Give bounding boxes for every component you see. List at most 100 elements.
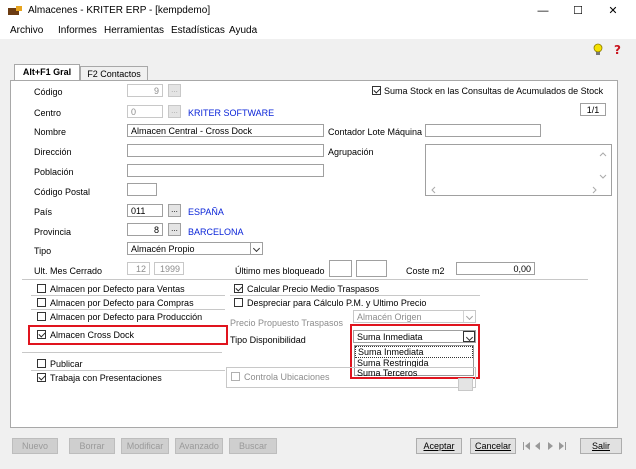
minimize-button[interactable]: — [528,3,558,19]
default-ventas-checkbox[interactable] [37,284,46,293]
poblacion-label: Población [34,167,74,177]
tipo-disponibilidad-label: Tipo Disponibilidad [230,335,306,345]
centro-lookup-button[interactable]: ... [168,105,181,118]
menu-archivo[interactable]: Archivo [10,25,43,36]
provincia-name: BARCELONA [188,227,244,237]
chevron-down-icon[interactable] [250,243,262,254]
dropdown-option[interactable]: Suma Inmediata [355,346,473,358]
default-ventas-label: Almacen por Defecto para Ventas [50,284,185,294]
coste-m2-field[interactable]: 0,00 [456,262,535,275]
lightbulb-icon[interactable] [592,43,604,56]
default-compras-checkbox[interactable] [37,298,46,307]
provincia-lookup-button[interactable]: ... [168,223,181,236]
tipo-select-value: Almacén Propio [131,244,195,254]
agrupacion-hscroll[interactable] [429,185,610,195]
cancelar-button[interactable]: Cancelar [470,438,516,454]
suma-stock-checkbox[interactable] [372,86,381,95]
controla-ubicaciones-checkbox[interactable] [231,372,240,381]
controla-ubicaciones-button[interactable] [458,378,473,391]
cross-dock-label: Almacen Cross Dock [50,330,135,340]
centro-name: KRITER SOFTWARE [188,108,275,118]
divider [22,279,588,280]
publicar-checkbox[interactable] [37,359,46,368]
pager-indicator: 1/1 [580,103,606,116]
modificar-button[interactable]: Modificar [121,438,169,454]
ult-mes-year-field[interactable]: 1999 [154,262,184,275]
default-compras-label: Almacen por Defecto para Compras [50,298,194,308]
chevron-down-icon[interactable] [463,331,475,342]
chevron-down-icon[interactable] [463,311,475,322]
provincia-field[interactable]: 8 [127,223,163,236]
contador-label: Contador Lote Máquina [328,127,423,137]
maximize-button[interactable]: ☐ [563,3,593,19]
default-produccion-label: Almacen por Defecto para Producción [50,312,203,322]
direccion-label: Dirección [34,147,72,157]
agrupacion-box[interactable] [425,144,612,196]
tab-contactos[interactable]: F2 Contactos [80,66,148,81]
suma-stock-label: Suma Stock en las Consultas de Acumulado… [384,86,604,96]
tipo-label: Tipo [34,246,52,256]
last-record-icon [559,442,566,450]
borrar-button[interactable]: Borrar [69,438,115,454]
toolbar: ? [0,39,636,59]
salir-button[interactable]: Salir [580,438,622,454]
record-navigation [523,442,566,450]
menu-bar: Archivo Informes Herramientas Estadístic… [0,22,636,39]
nuevo-button[interactable]: Nuevo [12,438,58,454]
contador-field[interactable] [425,124,541,137]
calcular-precio-medio-label: Calcular Precio Medio Traspasos [247,284,380,294]
cross-dock-checkbox[interactable] [37,330,46,339]
tipo-disponibilidad-value: Suma Inmediata [357,332,423,342]
precio-traspasos-label: Precio Propuesto Traspasos [230,318,344,328]
avanzado-button[interactable]: Avanzado [175,438,223,454]
ultimo-bloqueado-month-field[interactable] [329,260,352,277]
aceptar-button[interactable]: Aceptar [416,438,462,454]
divider [31,309,225,310]
menu-estadisticas[interactable]: Estadísticas [171,25,225,36]
trabaja-presentaciones-checkbox[interactable] [37,373,46,382]
ultimo-bloqueado-label: Último mes bloqueado [235,266,325,276]
close-button[interactable]: ✕ [598,3,628,19]
codigo-lookup-button[interactable]: ... [168,84,181,97]
menu-informes[interactable]: Informes [58,25,97,36]
codigo-postal-label: Código Postal [34,187,91,197]
buscar-button[interactable]: Buscar [229,438,277,454]
default-produccion-checkbox[interactable] [37,312,46,321]
direccion-field[interactable] [127,144,324,157]
ult-mes-label: Ult. Mes Cerrado [34,266,103,276]
first-record-icon [523,442,530,450]
divider [230,295,480,296]
pais-field[interactable]: 011 [127,204,163,217]
previous-record-icon [535,442,540,450]
divider [22,352,222,353]
ult-mes-month-field[interactable]: 12 [127,262,150,275]
calcular-precio-medio-checkbox[interactable] [234,284,243,293]
poblacion-field[interactable] [127,164,324,177]
next-record-icon [548,442,553,450]
provincia-label: Provincia [34,227,72,237]
menu-ayuda[interactable]: Ayuda [229,25,257,36]
centro-label: Centro [34,108,62,118]
ultimo-bloqueado-year-field[interactable] [356,260,387,277]
despreciar-label: Despreciar para Cálculo P.M. y Ultimo Pr… [247,298,427,308]
centro-field[interactable]: 0 [127,105,163,118]
nombre-field[interactable]: Almacen Central - Cross Dock [127,124,324,137]
pais-label: País [34,207,53,217]
precio-traspasos-value: Almacén Origen [357,312,422,322]
nombre-label: Nombre [34,127,67,137]
divider [31,370,225,371]
svg-text:?: ? [614,43,621,56]
codigo-field[interactable]: 9 [127,84,163,97]
tipo-select[interactable]: Almacén Propio [127,242,263,255]
codigo-postal-field[interactable] [127,183,157,196]
pais-lookup-button[interactable]: ... [168,204,181,217]
app-icon [8,6,22,15]
despreciar-checkbox[interactable] [234,298,243,307]
help-icon[interactable]: ? [613,43,626,56]
precio-traspasos-select[interactable]: Almacén Origen [353,310,476,323]
coste-m2-label: Coste m2 [406,266,445,276]
tipo-disponibilidad-select[interactable]: Suma Inmediata [353,330,476,343]
codigo-label: Código [34,87,63,97]
controla-ubicaciones-label: Controla Ubicaciones [244,372,330,382]
menu-herramientas[interactable]: Herramientas [104,25,164,36]
